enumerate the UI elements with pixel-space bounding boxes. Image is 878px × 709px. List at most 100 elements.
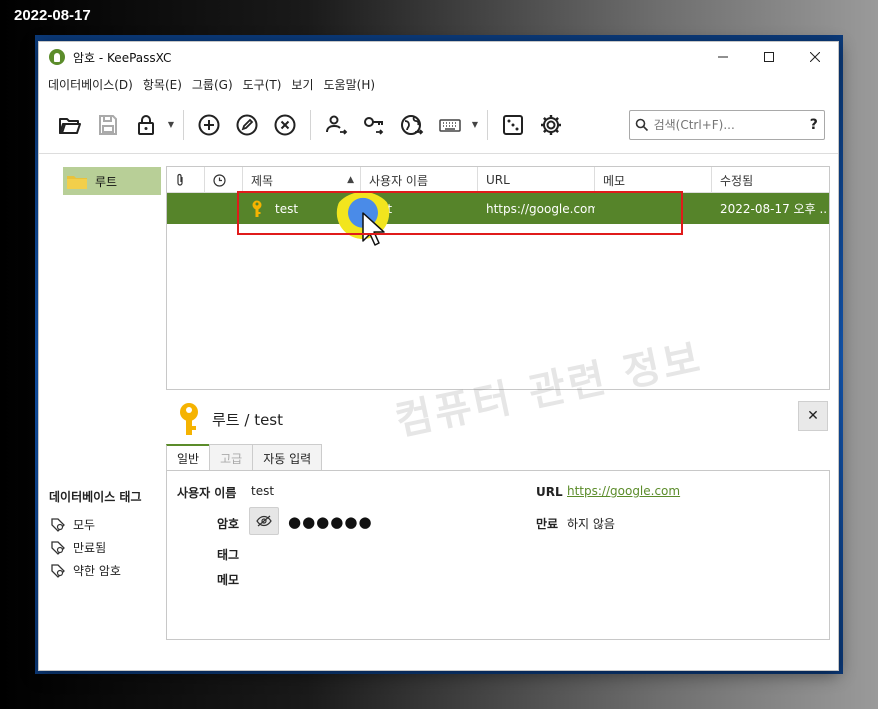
password-value: ●●●●●●: [288, 513, 373, 531]
general-tab-panel: 사용자 이름 test 암호 ●●●●●● 태그 메모 URL https://…: [166, 470, 830, 640]
globe-arrow-icon: [401, 114, 424, 135]
clock-icon: [213, 173, 226, 187]
minimize-button[interactable]: [700, 42, 746, 72]
password-label: 암호: [217, 517, 240, 531]
lock-dropdown-button[interactable]: ▼: [165, 106, 177, 144]
password-generator-button[interactable]: [494, 106, 532, 144]
menu-view[interactable]: 보기: [286, 76, 318, 93]
save-icon: [99, 114, 117, 135]
chevron-down-icon: ▼: [471, 120, 479, 129]
username-label: 사용자 이름: [177, 486, 237, 500]
row-icons-cell: [167, 193, 243, 224]
plus-circle-icon: [198, 114, 220, 135]
toggle-password-visibility-button[interactable]: [249, 507, 279, 535]
tag-item-weak-password[interactable]: 약한 암호: [49, 559, 169, 582]
key-arrow-icon: [364, 116, 384, 135]
tag-item-expired[interactable]: 만료됨: [49, 536, 169, 559]
entry-detail-title: 루트 / test: [212, 410, 283, 429]
column-title[interactable]: 제목 ▲: [243, 167, 361, 193]
column-label: 메모: [603, 173, 626, 188]
open-database-button[interactable]: [51, 106, 89, 144]
url-link[interactable]: https://google.com: [567, 484, 680, 498]
keepassxc-logo-icon: [49, 49, 65, 65]
database-tags-panel: 데이터베이스 태그 모두 만료됨 약한 암호: [49, 488, 169, 582]
entry-table: 제목 ▲ 사용자 이름 URL 메모 수정됨 test https://goog…: [166, 166, 830, 445]
key-icon: [252, 200, 262, 217]
pencil-circle-icon: [236, 114, 258, 135]
column-modified[interactable]: 수정됨: [712, 167, 829, 193]
tag-search-icon: [51, 563, 65, 578]
delete-entry-button[interactable]: [266, 106, 304, 144]
keepassxc-window: 암호 - KeePassXC 데이터베이스(D) 항목(E) 그룹(G) 도구(…: [38, 41, 839, 671]
tag-search-icon: [51, 517, 65, 532]
main-area: 루트 데이터베이스 태그 모두 만료됨 약한 암호 제목 ▲ 사용자 이름 UR…: [39, 155, 838, 670]
save-database-button[interactable]: [89, 106, 127, 144]
date-stamp: 2022-08-17: [14, 7, 91, 24]
auto-type-button[interactable]: [431, 106, 469, 144]
column-attachment[interactable]: [167, 167, 205, 193]
tag-search-icon: [51, 540, 65, 555]
menu-entries[interactable]: 항목(E): [138, 76, 187, 93]
column-label: 사용자 이름: [369, 173, 429, 188]
close-icon: [810, 52, 820, 62]
gear-icon: [541, 114, 561, 135]
mouse-cursor-icon: [362, 212, 385, 246]
toolbar-separator: [487, 109, 488, 140]
lock-icon: [138, 114, 154, 135]
close-detail-button[interactable]: ✕: [798, 401, 828, 431]
edit-entry-button[interactable]: [228, 106, 266, 144]
delete-circle-icon: [274, 114, 296, 135]
column-label: 수정됨: [720, 173, 754, 188]
notes-label: 메모: [217, 573, 240, 587]
window-controls: [700, 42, 838, 72]
row-url-cell: https://google.com: [478, 193, 595, 224]
tags-label: 태그: [217, 548, 240, 562]
search-field[interactable]: ?: [629, 110, 825, 140]
tag-label: 모두: [73, 518, 96, 532]
table-row[interactable]: test test https://google.com 2022-08-17 …: [167, 193, 829, 224]
column-url[interactable]: URL: [478, 167, 595, 193]
tab-autotype[interactable]: 자동 입력: [252, 444, 323, 471]
minimize-icon: [718, 56, 728, 58]
search-help-button[interactable]: ?: [804, 117, 824, 133]
add-entry-button[interactable]: [190, 106, 228, 144]
menu-tools[interactable]: 도구(T): [238, 76, 287, 93]
lock-database-button[interactable]: [127, 106, 165, 144]
copy-username-button[interactable]: [317, 106, 355, 144]
window-title: 암호 - KeePassXC: [73, 50, 172, 65]
menu-bar: 데이터베이스(D) 항목(E) 그룹(G) 도구(T) 보기 도움말(H): [39, 72, 838, 96]
column-notes[interactable]: 메모: [595, 167, 712, 193]
menu-groups[interactable]: 그룹(G): [187, 76, 238, 93]
close-window-button[interactable]: [792, 42, 838, 72]
settings-button[interactable]: [532, 106, 570, 144]
username-value: test: [251, 484, 275, 498]
maximize-button[interactable]: [746, 42, 792, 72]
open-url-button[interactable]: [393, 106, 431, 144]
column-username[interactable]: 사용자 이름: [361, 167, 478, 193]
auto-type-dropdown-button[interactable]: ▼: [469, 106, 481, 144]
menu-help[interactable]: 도움말(H): [319, 76, 381, 93]
menu-database[interactable]: 데이터베이스(D): [43, 76, 138, 93]
column-label: 제목: [251, 173, 274, 188]
maximize-icon: [764, 52, 774, 62]
tab-advanced[interactable]: 고급: [209, 444, 254, 471]
entry-url: https://google.com: [486, 201, 595, 216]
entry-detail-header: 루트 / test ✕: [166, 395, 830, 443]
sort-ascending-icon: ▲: [347, 175, 354, 185]
group-node-root[interactable]: 루트: [63, 167, 161, 195]
row-modified-cell: 2022-08-17 오후 ...: [712, 193, 827, 224]
tag-label: 만료됨: [73, 541, 107, 555]
entry-title: test: [275, 201, 299, 216]
column-expiry[interactable]: [205, 167, 243, 193]
expiry-label: 만료: [536, 517, 559, 531]
paperclip-icon: [177, 173, 183, 186]
title-bar: 암호 - KeePassXC: [39, 42, 838, 72]
user-arrow-icon: [326, 115, 348, 135]
copy-password-button[interactable]: [355, 106, 393, 144]
group-tree: 루트: [63, 167, 161, 195]
entry-modified: 2022-08-17 오후 ...: [720, 202, 827, 216]
search-input[interactable]: [653, 118, 804, 132]
toolbar-separator: [310, 109, 311, 140]
tab-general[interactable]: 일반: [166, 444, 211, 471]
tag-item-all[interactable]: 모두: [49, 513, 169, 536]
